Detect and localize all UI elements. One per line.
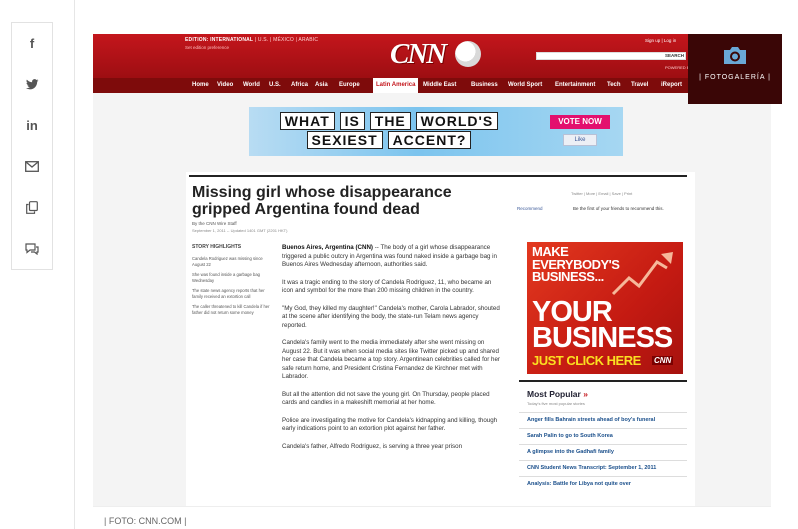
signin-links: Sign up | Log in <box>645 38 677 43</box>
article-headline: Missing girl whose disappearance gripped… <box>192 184 452 218</box>
comment-icon <box>25 242 39 255</box>
article-paragraph: But all the attention did not save the y… <box>282 390 490 407</box>
article-tools: Twitter | More | Email | Save | Print <box>571 191 633 196</box>
most-popular-item: Sarah Palin to go to South Korea <box>519 428 687 444</box>
cnn-nav-item: Travel <box>631 82 649 88</box>
most-popular-title: Most Popular » <box>527 389 588 399</box>
vote-now-button: VOTE NOW <box>550 115 610 129</box>
email-share-button[interactable] <box>12 146 52 187</box>
highlight-item: She was found inside a garbage bag Wedne… <box>192 272 260 283</box>
camera-icon <box>724 47 746 64</box>
cnn-nav-item: Tech <box>607 82 621 88</box>
cnn-nav-item: iReport <box>661 82 682 88</box>
cnn-nav-item: Home <box>192 82 209 88</box>
recommend-button: Recommend <box>517 206 543 211</box>
ad-big-text: YOUR BUSINESS <box>532 296 673 354</box>
highlights-title: STORY HIGHLIGHTS <box>192 244 242 250</box>
cnn-search-label: SEARCH <box>665 53 685 58</box>
article-body: Buenos Aires, Argentina (CNN) -- The bod… <box>282 244 500 460</box>
most-popular-rule <box>519 380 687 382</box>
highlight-item: The state news agency reports that her f… <box>192 288 265 299</box>
most-popular-item: Anger fills Bahrain streets ahead of boy… <box>519 412 687 428</box>
fotogaleria-button[interactable]: | FOTOGALERÍA | <box>688 34 782 104</box>
headline-rule <box>189 175 687 177</box>
like-button: Like <box>563 134 597 146</box>
article-paragraph: Buenos Aires, Argentina (CNN) -- The bod… <box>282 244 497 268</box>
most-popular-subtitle: Today's five most popular stories <box>527 401 585 406</box>
cnn-nav-item: Middle East <box>423 82 457 88</box>
recommend-text: Be the first of your friends to recommen… <box>573 206 664 211</box>
cnn-nav-item: World <box>243 82 260 88</box>
ad-cta: JUST CLICK HERE <box>532 353 641 368</box>
cnn-search-box <box>536 52 686 60</box>
article-paragraph: Candela's father, Alfredo Rodriguez, is … <box>282 442 463 450</box>
cnn-nav-item: Asia <box>315 82 328 88</box>
cnn-nav-item: Video <box>217 82 234 88</box>
photo-caption: | FOTO: CNN.COM | <box>104 516 187 526</box>
cnn-header: EDITION: INTERNATIONAL | U.S. | MÉXICO |… <box>93 34 771 78</box>
cnn-nav-item: World Sport <box>508 82 543 88</box>
page: f in EDITION: INTERNATIONAL | U.S. | MÉX… <box>0 0 798 529</box>
cnn-nav-item: Business <box>471 82 498 88</box>
article-paragraph: Police are investigating the motive for … <box>282 416 498 433</box>
most-popular-item: A glimpse into the Gadhafi family <box>519 444 687 460</box>
ad-headline: MAKE EVERYBODY'S BUSINESS... <box>532 244 620 284</box>
cnn-logo: CNN <box>390 38 447 70</box>
ad-banner: WHAT IS THE WORLD'S SEXIEST ACCENT? VOTE… <box>249 107 623 156</box>
share-sidebar: f in <box>11 22 53 270</box>
banner-line-1: WHAT IS THE WORLD'S <box>249 112 529 130</box>
copy-link-button[interactable] <box>12 187 52 228</box>
most-popular-list: Anger fills Bahrain streets ahead of boy… <box>519 412 687 492</box>
article-screenshot-image[interactable]: EDITION: INTERNATIONAL | U.S. | MÉXICO |… <box>93 34 771 506</box>
facebook-icon: f <box>29 36 35 51</box>
edition-preference: Set edition preference <box>185 45 230 50</box>
business-ad: MAKE EVERYBODY'S BUSINESS... YOUR BUSINE… <box>527 242 683 374</box>
highlights-list: Candela Rodriguez was missing since Augu… <box>192 256 276 320</box>
caption-bar <box>93 506 771 529</box>
globe-icon <box>455 41 481 67</box>
cnn-nav-item: Latin America <box>373 78 419 93</box>
email-icon <box>25 161 39 172</box>
twitter-icon <box>25 79 39 90</box>
comment-button[interactable] <box>12 228 52 269</box>
article-date: September 1, 2011 -- Updated 1401 GMT (2… <box>192 228 288 233</box>
twitter-share-button[interactable] <box>12 64 52 105</box>
copy-icon <box>26 201 38 214</box>
highlight-item: Candela Rodriguez was missing since Augu… <box>192 256 263 267</box>
facebook-share-button[interactable]: f <box>12 23 52 64</box>
cnn-nav-item: Africa <box>291 82 309 88</box>
most-popular-item: CNN Student News Transcript: September 1… <box>519 460 687 476</box>
cnn-nav-item: U.S. <box>269 82 281 88</box>
cnn-nav: Home Video World U.S. Africa Asia Europe Latin … <box>93 78 771 93</box>
article-paragraph: It was a tragic ending to the story of C… <box>282 278 492 295</box>
cnn-nav-item: Entertainment <box>555 82 596 88</box>
fotogaleria-label: | FOTOGALERÍA | <box>699 74 771 81</box>
linkedin-share-button[interactable]: in <box>12 105 52 146</box>
column-divider <box>74 0 75 529</box>
article-paragraph: "My God, they killed my daughter!" Cande… <box>282 304 500 329</box>
chart-arrow-icon <box>611 252 673 296</box>
cnn-nav-item: Europe <box>339 82 360 88</box>
edition-selector: EDITION: INTERNATIONAL | U.S. | MÉXICO |… <box>185 37 319 43</box>
banner-line-2: SEXIEST ACCENT? <box>249 131 529 149</box>
most-popular-item: Analysis: Battle for Libya not quite ove… <box>519 476 687 492</box>
linkedin-icon: in <box>26 118 38 133</box>
highlight-item: The caller threatened to kill Candela if… <box>192 304 270 315</box>
ad-cnn-logo: CNN <box>652 356 674 365</box>
article-byline: By the CNN Wire Staff <box>192 221 237 226</box>
article-paragraph: Candela's family went to the media immed… <box>282 339 500 380</box>
